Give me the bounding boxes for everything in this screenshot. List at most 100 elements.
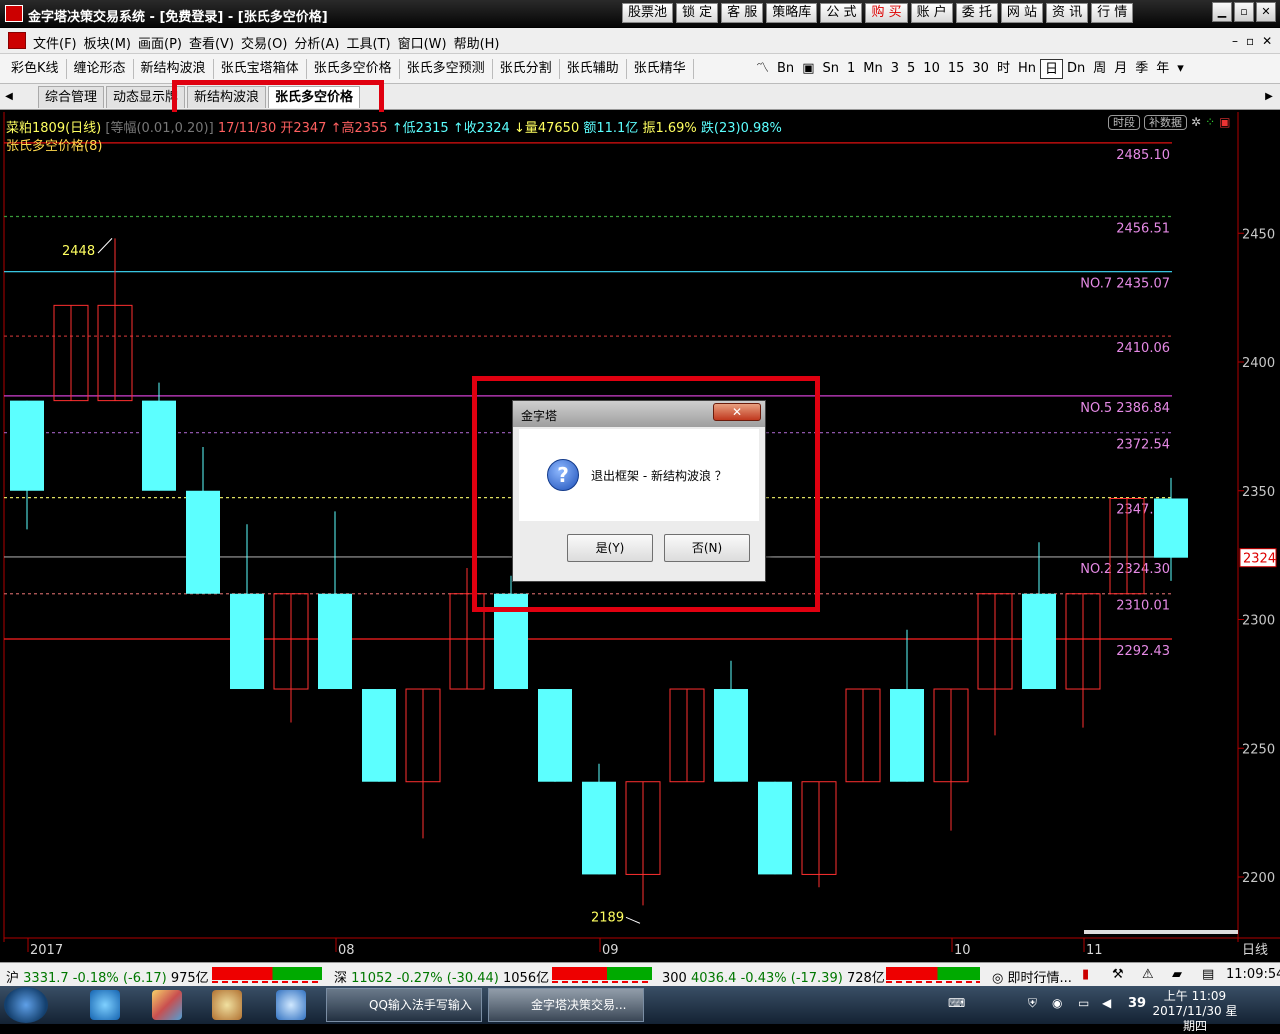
- order-button[interactable]: 委 托: [955, 3, 998, 23]
- doc-icon[interactable]: [8, 32, 26, 49]
- volume-icon[interactable]: ◀: [1102, 996, 1111, 1010]
- tab-overview[interactable]: 综合管理: [38, 86, 105, 108]
- tray-counter[interactable]: 39: [1128, 996, 1146, 1011]
- tab-long-short-price[interactable]: 张氏多空价格: [268, 86, 361, 108]
- tab-scroll-right-icon[interactable]: ▶: [1262, 89, 1276, 105]
- support-button[interactable]: 客 服: [721, 3, 764, 23]
- menu-help[interactable]: 帮助(H): [454, 33, 507, 52]
- grid-icon[interactable]: ⁘: [1205, 115, 1215, 130]
- tab-dynamic-display[interactable]: 动态显示牌: [106, 86, 186, 108]
- account-button[interactable]: 账 户: [910, 3, 953, 23]
- period-30[interactable]: 30: [968, 59, 993, 79]
- tool-long-short-forecast[interactable]: 张氏多空预测: [400, 59, 493, 79]
- child-close-button[interactable]: ✕: [1262, 34, 1272, 48]
- start-button-icon[interactable]: [4, 987, 48, 1023]
- menu-tools[interactable]: 工具(T): [346, 33, 397, 52]
- sh-index[interactable]: 沪 3331.7 -0.18% (-6.17) 975亿: [6, 967, 209, 986]
- live-quote-button[interactable]: ◎ 即时行情...: [992, 967, 1072, 986]
- yes-button[interactable]: 是(Y): [567, 534, 653, 562]
- taskbar-pyramid-app[interactable]: 金字塔决策交易...: [488, 988, 644, 1022]
- tool-icon[interactable]: ⚒: [1112, 967, 1124, 982]
- news-button[interactable]: 资 讯: [1046, 3, 1089, 23]
- period-mn[interactable]: Mn: [859, 59, 886, 79]
- level-label: 2372.54: [1116, 438, 1170, 453]
- strategy-library-button[interactable]: 策略库: [766, 3, 818, 23]
- alert-icon[interactable]: ▮: [1082, 967, 1089, 982]
- ticket-icon[interactable]: ▰: [1172, 967, 1182, 982]
- period-month[interactable]: 月: [1110, 59, 1131, 79]
- keyboard-icon[interactable]: ⌨: [948, 996, 965, 1010]
- menu-window[interactable]: 窗口(W): [398, 33, 454, 52]
- shield-icon[interactable]: ⛨: [1028, 996, 1037, 1011]
- tool-split[interactable]: 张氏分割: [493, 59, 560, 79]
- period-sn[interactable]: Sn: [818, 59, 843, 79]
- bird-icon[interactable]: [276, 990, 306, 1020]
- child-restore-button[interactable]: ▫: [1246, 34, 1254, 48]
- db-icon[interactable]: ▤: [1202, 967, 1214, 982]
- tool-chan-pattern[interactable]: 缠论形态: [67, 59, 134, 79]
- period-week[interactable]: 周: [1089, 59, 1110, 79]
- sz-index[interactable]: 深 11052 -0.27% (-30.44) 1056亿: [334, 967, 549, 986]
- dialog-close-button[interactable]: ✕: [713, 403, 761, 421]
- app-icon: [5, 5, 23, 22]
- taskbar-clock[interactable]: 上午 11:09 2017/11/30 星期四: [1150, 989, 1240, 1034]
- index-300[interactable]: 300 4036.4 -0.43% (-17.39) 728亿: [662, 967, 885, 986]
- app-shortcut-icon[interactable]: [152, 990, 182, 1020]
- quotes-button[interactable]: 行 情: [1091, 3, 1134, 23]
- paint-icon[interactable]: [212, 990, 242, 1020]
- period-quarter[interactable]: 季: [1131, 59, 1152, 79]
- website-button[interactable]: 网 站: [1000, 3, 1044, 23]
- maximize-button[interactable]: ▫: [1234, 2, 1254, 22]
- menu-file[interactable]: 文件(F): [33, 33, 84, 52]
- fill-data-button[interactable]: 补数据: [1144, 115, 1187, 130]
- period-year[interactable]: 年: [1152, 59, 1173, 79]
- lock-button[interactable]: 锁 定: [676, 3, 719, 23]
- menu-sector[interactable]: 板块(M): [84, 33, 138, 52]
- network-icon[interactable]: ▭: [1078, 996, 1089, 1010]
- chevron-down-icon[interactable]: ▾: [1173, 59, 1188, 79]
- taskbar-qq-input[interactable]: QQ输入法手写输入: [326, 988, 482, 1022]
- tool-long-short-price[interactable]: 张氏多空价格: [307, 59, 400, 79]
- stock-pool-button[interactable]: 股票池: [622, 3, 674, 23]
- chart-icon[interactable]: ▣: [798, 59, 818, 79]
- candle-body: [890, 689, 924, 782]
- gear-icon[interactable]: ✲: [1191, 115, 1201, 130]
- close-button[interactable]: ✕: [1256, 2, 1276, 22]
- period-10[interactable]: 10: [919, 59, 944, 79]
- warning-icon[interactable]: ⚠: [1142, 967, 1154, 982]
- buy-button[interactable]: 购 买: [865, 3, 908, 23]
- menu-view[interactable]: 查看(V): [189, 33, 241, 52]
- period-3[interactable]: 3: [887, 59, 903, 79]
- period-hn[interactable]: Hn: [1014, 59, 1040, 79]
- period-5[interactable]: 5: [903, 59, 919, 79]
- sh-amount: 975亿: [170, 971, 209, 986]
- formula-button[interactable]: 公 式: [820, 3, 863, 23]
- no-button[interactable]: 否(N): [664, 534, 750, 562]
- app-tray-icon[interactable]: ◉: [1052, 996, 1062, 1010]
- tool-essence[interactable]: 张氏精华: [627, 59, 694, 79]
- session-button[interactable]: 时段: [1108, 115, 1140, 130]
- tool-color-kline[interactable]: 彩色K线: [4, 59, 67, 79]
- period-15[interactable]: 15: [944, 59, 969, 79]
- ie-icon[interactable]: [90, 990, 120, 1020]
- tool-pagoda-box[interactable]: 张氏宝塔箱体: [214, 59, 307, 79]
- line-chart-icon[interactable]: 〽: [752, 59, 773, 79]
- minimize-button[interactable]: ▁: [1212, 2, 1232, 22]
- period-1[interactable]: 1: [843, 59, 859, 79]
- menu-analysis[interactable]: 分析(A): [294, 33, 346, 52]
- level-label: 2410.06: [1116, 341, 1170, 356]
- menu-view-page[interactable]: 画面(P): [138, 33, 189, 52]
- period-hour[interactable]: 时: [993, 59, 1014, 79]
- period-bn[interactable]: Bn: [773, 59, 798, 79]
- candle-body: [318, 593, 352, 690]
- tool-new-wave[interactable]: 新结构波浪: [134, 59, 214, 79]
- child-minimize-button[interactable]: –: [1232, 34, 1238, 48]
- chart-close-icon[interactable]: ▣: [1219, 115, 1230, 130]
- menu-trade[interactable]: 交易(O): [241, 33, 294, 52]
- tab-scroll-left-icon[interactable]: ◀: [2, 89, 16, 105]
- tool-assist[interactable]: 张氏辅助: [560, 59, 627, 79]
- period-dn[interactable]: Dn: [1063, 59, 1089, 79]
- tab-new-wave[interactable]: 新结构波浪: [187, 86, 267, 108]
- live-quote-label: 即时行情...: [1007, 971, 1072, 986]
- period-day[interactable]: 日: [1039, 59, 1063, 79]
